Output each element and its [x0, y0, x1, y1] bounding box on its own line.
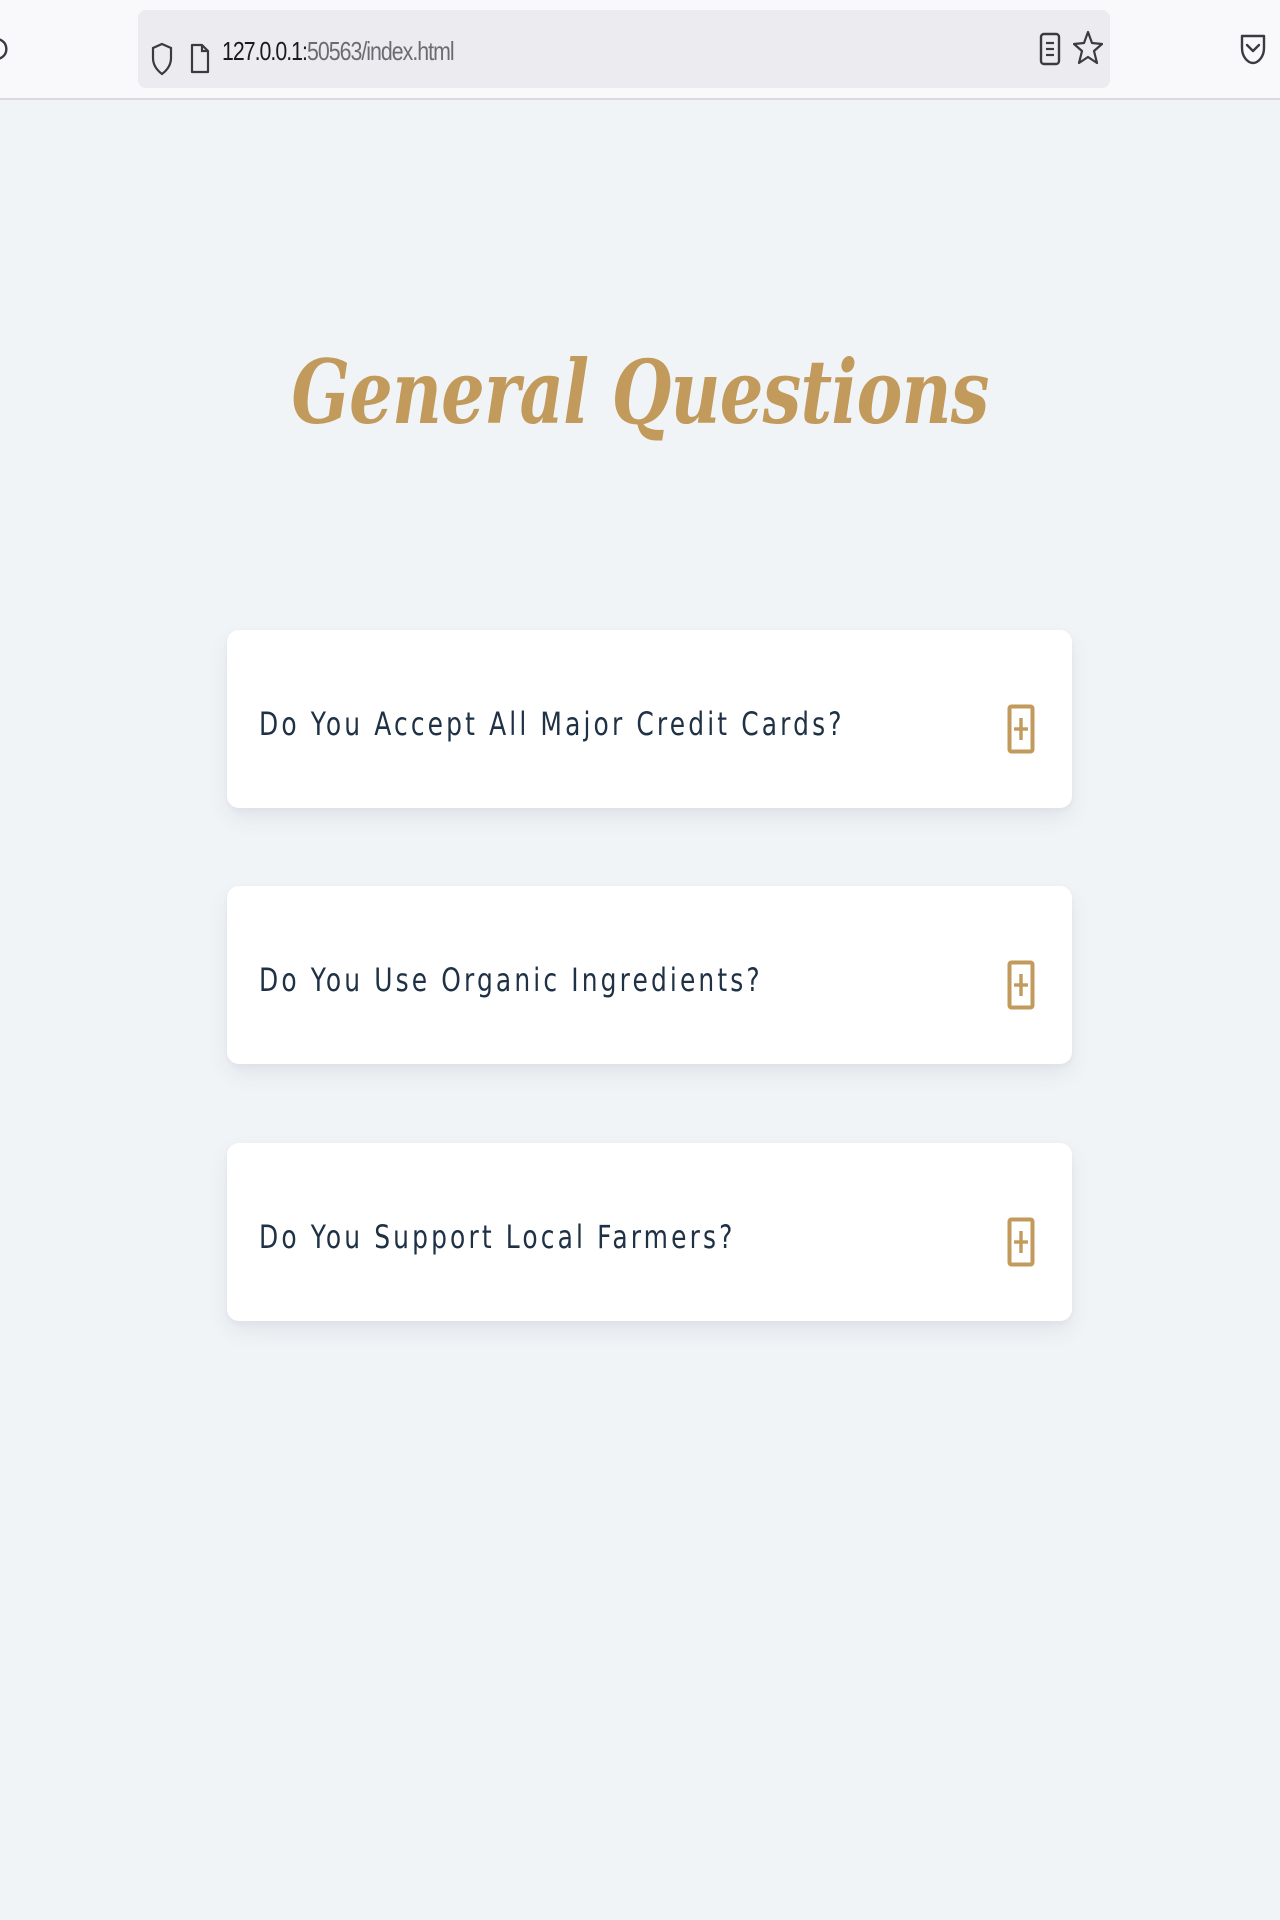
- shield-icon[interactable]: [150, 40, 174, 78]
- plus-square-icon[interactable]: [1007, 1217, 1035, 1267]
- url-host: 127.0.0.1:: [222, 36, 308, 66]
- faq-item-local-farmers[interactable]: Do You Support Local Farmers?: [227, 1143, 1072, 1321]
- faq-item-organic-ingredients[interactable]: Do You Use Organic Ingredients?: [227, 886, 1072, 1064]
- pocket-icon[interactable]: [1238, 32, 1268, 68]
- faq-item-credit-cards[interactable]: Do You Accept All Major Credit Cards?: [227, 630, 1072, 808]
- faq-question: Do You Accept All Major Credit Cards?: [259, 705, 845, 743]
- page-icon[interactable]: [188, 40, 212, 78]
- faq-question: Do You Use Organic Ingredients?: [259, 961, 763, 999]
- page-title: General Questions: [291, 340, 989, 444]
- browser-toolbar: 127.0.0.1:50563/index.html: [0, 0, 1280, 100]
- url-text[interactable]: 127.0.0.1:50563/index.html: [222, 36, 455, 67]
- star-icon[interactable]: [1073, 30, 1103, 66]
- faq-question: Do You Support Local Farmers?: [259, 1218, 736, 1256]
- url-path: 50563/index.html: [306, 36, 455, 66]
- reader-view-icon[interactable]: [1035, 32, 1065, 68]
- plus-square-icon[interactable]: [1007, 960, 1035, 1010]
- plus-square-icon[interactable]: [1007, 704, 1035, 754]
- reload-icon[interactable]: [0, 36, 12, 62]
